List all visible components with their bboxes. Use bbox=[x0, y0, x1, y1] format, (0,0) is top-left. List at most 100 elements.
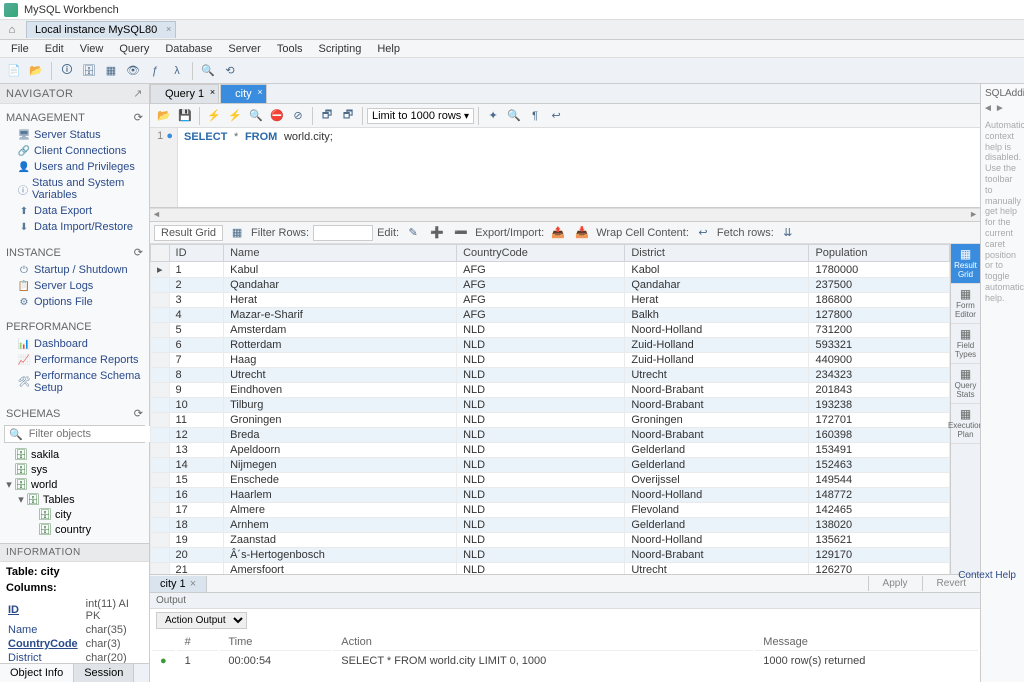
table-row[interactable]: 13ApeldoornNLDGelderland153491 bbox=[151, 443, 950, 458]
next-icon[interactable]: ► bbox=[995, 103, 1005, 114]
connection-tab[interactable]: Local instance MySQL80 × bbox=[26, 21, 176, 38]
grid-icon[interactable]: ▦ bbox=[227, 223, 247, 243]
table-row[interactable]: 14NijmegenNLDGelderland152463 bbox=[151, 458, 950, 473]
result-tab[interactable]: city 1× bbox=[150, 576, 207, 592]
create-procedure-icon[interactable]: ƒ bbox=[145, 61, 165, 81]
nav-item[interactable]: 🖥Server Status bbox=[0, 127, 149, 143]
menu-file[interactable]: File bbox=[4, 41, 36, 57]
create-table-icon[interactable]: ▦ bbox=[101, 61, 121, 81]
schema-filter[interactable]: 🔍 bbox=[4, 425, 145, 443]
save-file-icon[interactable]: 💾 bbox=[175, 106, 195, 126]
info-tab[interactable]: Object Info bbox=[0, 664, 74, 682]
menu-edit[interactable]: Edit bbox=[38, 41, 71, 57]
table-row[interactable]: 11GroningenNLDGroningen172701 bbox=[151, 413, 950, 428]
close-icon[interactable]: × bbox=[257, 87, 262, 97]
apply-button[interactable]: Apply bbox=[868, 576, 922, 591]
table-row[interactable]: 8UtrechtNLDUtrecht234323 bbox=[151, 368, 950, 383]
menu-database[interactable]: Database bbox=[158, 41, 219, 57]
open-sql-icon[interactable]: 📂 bbox=[26, 61, 46, 81]
refresh-icon[interactable]: ⟳ bbox=[134, 407, 143, 420]
find-icon[interactable]: 🔍 bbox=[504, 106, 524, 126]
close-icon[interactable]: × bbox=[210, 87, 215, 97]
table-row[interactable]: 5AmsterdamNLDNoord-Holland731200 bbox=[151, 323, 950, 338]
nav-item[interactable]: 🛠Performance Schema Setup bbox=[0, 368, 149, 396]
table-row[interactable]: 17AlmereNLDFlevoland142465 bbox=[151, 503, 950, 518]
editor-tab[interactable]: Query 1× bbox=[150, 84, 219, 103]
nav-item[interactable]: ⏻Startup / Shutdown bbox=[0, 262, 149, 278]
nav-item[interactable]: 🔗Client Connections bbox=[0, 143, 149, 159]
column-header[interactable]: Population bbox=[809, 245, 950, 262]
menu-help[interactable]: Help bbox=[370, 41, 407, 57]
toggle-icon[interactable]: 🗗 bbox=[338, 106, 358, 126]
result-grid[interactable]: IDNameCountryCodeDistrictPopulation ▸1Ka… bbox=[150, 244, 950, 574]
menu-query[interactable]: Query bbox=[112, 41, 156, 57]
table-row[interactable]: 9EindhovenNLDNoord-Brabant201843 bbox=[151, 383, 950, 398]
commit-icon[interactable]: ⊘ bbox=[288, 106, 308, 126]
editor-tab[interactable]: city× bbox=[220, 84, 267, 103]
sql-editor[interactable]: 1 ● SELECT * FROM world.city; bbox=[150, 128, 980, 208]
create-view-icon[interactable]: 👁 bbox=[123, 61, 143, 81]
context-help-link[interactable]: Context Help bbox=[952, 567, 1022, 584]
nav-item[interactable]: 📈Performance Reports bbox=[0, 352, 149, 368]
menu-view[interactable]: View bbox=[73, 41, 111, 57]
table-row[interactable]: 21AmersfoortNLDUtrecht126270 bbox=[151, 563, 950, 575]
wrap-cell-icon[interactable]: ↩ bbox=[693, 223, 713, 243]
column-header[interactable]: District bbox=[625, 245, 809, 262]
horizontal-scrollbar[interactable] bbox=[150, 208, 980, 222]
wrap-icon[interactable]: ↩ bbox=[546, 106, 566, 126]
refresh-icon[interactable]: ⟳ bbox=[134, 246, 143, 259]
tree-node-country[interactable]: 🗄 country bbox=[0, 522, 149, 537]
table-row[interactable]: 18ArnhemNLDGelderland138020 bbox=[151, 518, 950, 533]
table-row[interactable]: 19ZaanstadNLDNoord-Holland135621 bbox=[151, 533, 950, 548]
close-icon[interactable]: × bbox=[190, 578, 196, 590]
limit-rows-select[interactable]: Limit to 1000 rows ▾ bbox=[367, 108, 474, 124]
table-row[interactable]: 3HeratAFGHerat186800 bbox=[151, 293, 950, 308]
toggle-autocommit-icon[interactable]: 🗗 bbox=[317, 106, 337, 126]
import-icon[interactable]: 📥 bbox=[572, 223, 592, 243]
execute-icon[interactable]: ⚡ bbox=[204, 106, 224, 126]
sql-code[interactable]: SELECT * FROM world.city; bbox=[178, 128, 980, 207]
close-icon[interactable]: × bbox=[166, 24, 171, 34]
nav-item[interactable]: ⚙Options File bbox=[0, 294, 149, 310]
create-function-icon[interactable]: λ bbox=[167, 61, 187, 81]
table-row[interactable]: 16HaarlemNLDNoord-Holland148772 bbox=[151, 488, 950, 503]
nav-item[interactable]: ⬇Data Import/Restore bbox=[0, 219, 149, 235]
table-row[interactable]: 20Â´s-HertogenboschNLDNoord-Brabant12917… bbox=[151, 548, 950, 563]
table-row[interactable]: 12BredaNLDNoord-Brabant160398 bbox=[151, 428, 950, 443]
edit-icon[interactable]: ✎ bbox=[403, 223, 423, 243]
reconnect-icon[interactable]: ⟲ bbox=[220, 61, 240, 81]
create-schema-icon[interactable]: 🗄 bbox=[79, 61, 99, 81]
nav-item[interactable]: 📊Dashboard bbox=[0, 336, 149, 352]
column-header[interactable]: Name bbox=[224, 245, 457, 262]
search-table-data-icon[interactable]: 🔍 bbox=[198, 61, 218, 81]
side-button[interactable]: ▦ResultGrid bbox=[951, 244, 980, 284]
export-icon[interactable]: 📤 bbox=[548, 223, 568, 243]
tree-node-sakila[interactable]: 🗄 sakila bbox=[0, 447, 149, 462]
tree-node-city[interactable]: 🗄 city bbox=[0, 507, 149, 522]
table-row[interactable]: 7HaagNLDZuid-Holland440900 bbox=[151, 353, 950, 368]
nav-item[interactable]: 👤Users and Privileges bbox=[0, 159, 149, 175]
table-row[interactable]: 15EnschedeNLDOverijssel149544 bbox=[151, 473, 950, 488]
info-tab[interactable]: Session bbox=[74, 664, 134, 682]
nav-item[interactable]: ⓘStatus and System Variables bbox=[0, 175, 149, 203]
add-row-icon[interactable]: ➕ bbox=[427, 223, 447, 243]
execute-current-icon[interactable]: ⚡ bbox=[225, 106, 245, 126]
tree-node-world[interactable]: ▾🗄 world bbox=[0, 477, 149, 492]
home-icon[interactable]: ⌂ bbox=[4, 23, 20, 37]
output-type-select[interactable]: Action Output bbox=[156, 612, 247, 629]
tree-node-sys[interactable]: 🗄 sys bbox=[0, 462, 149, 477]
stop-icon[interactable]: ⛔ bbox=[267, 106, 287, 126]
refresh-icon[interactable]: ⟳ bbox=[134, 111, 143, 124]
delete-row-icon[interactable]: ➖ bbox=[451, 223, 471, 243]
new-sql-tab-icon[interactable]: 📄 bbox=[4, 61, 24, 81]
side-button[interactable]: ▦QueryStats bbox=[951, 364, 980, 404]
table-row[interactable]: ▸1KabulAFGKabol1780000 bbox=[151, 262, 950, 278]
side-button[interactable]: ▦ExecutionPlan bbox=[951, 404, 980, 444]
invisible-chars-icon[interactable]: ¶ bbox=[525, 106, 545, 126]
column-header[interactable]: CountryCode bbox=[457, 245, 625, 262]
prev-icon[interactable]: ◄ bbox=[983, 103, 993, 114]
filter-rows-input[interactable] bbox=[313, 225, 373, 241]
table-row[interactable]: 10TilburgNLDNoord-Brabant193238 bbox=[151, 398, 950, 413]
column-header[interactable]: ID bbox=[169, 245, 224, 262]
nav-item[interactable]: 📋Server Logs bbox=[0, 278, 149, 294]
